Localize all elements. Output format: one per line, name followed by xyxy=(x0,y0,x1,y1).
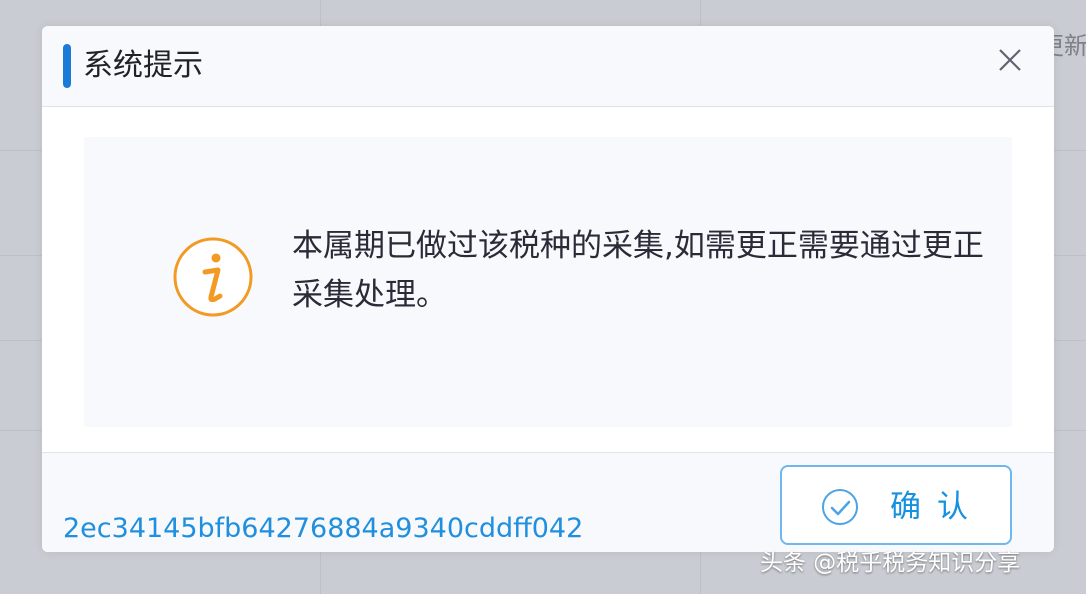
close-button[interactable] xyxy=(990,40,1030,80)
info-icon xyxy=(170,234,256,320)
dialog-title: 系统提示 xyxy=(83,48,203,83)
footer-code: 2ec34145bfb64276884a9340cddff042 xyxy=(63,513,584,544)
confirm-button[interactable]: 确认 xyxy=(780,465,1012,545)
title-accent-bar xyxy=(63,44,71,88)
dialog-message: 本属期已做过该税种的采集,如需更正需要通过更正采集处理。 xyxy=(292,228,984,313)
check-circle-icon xyxy=(822,489,858,525)
close-icon xyxy=(999,49,1021,71)
watermark: 头条 @税乎税务知识分享 xyxy=(760,550,1021,576)
dialog-header: 系统提示 xyxy=(42,26,1054,107)
system-prompt-dialog: 系统提示 本属期已做过该税种的采集,如需更正需要通过更正采集处理。 2ec341… xyxy=(42,26,1054,552)
confirm-button-label: 确认 xyxy=(890,489,984,525)
dialog-body: 本属期已做过该税种的采集,如需更正需要通过更正采集处理。 xyxy=(42,107,1054,452)
